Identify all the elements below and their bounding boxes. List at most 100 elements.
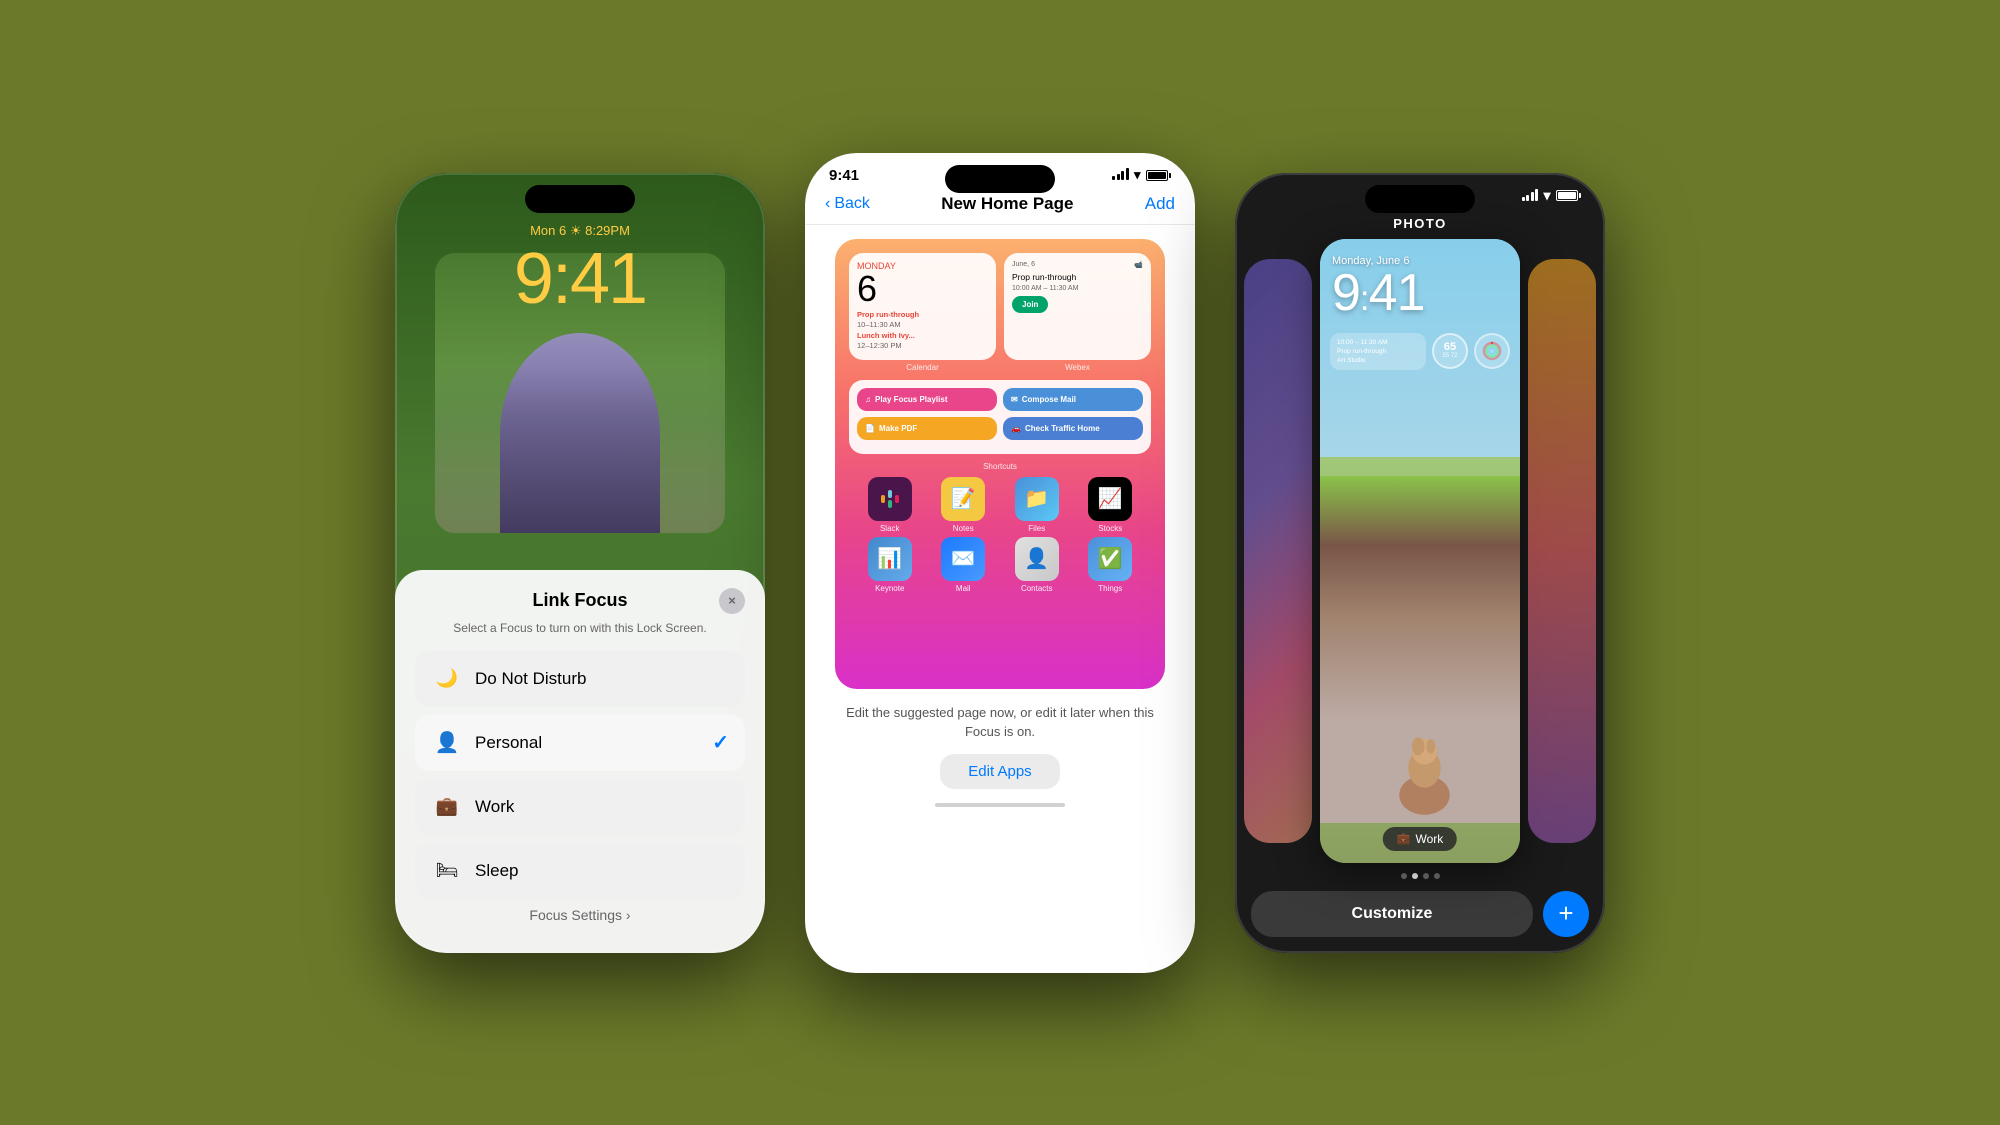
apps-row-1: Slack 📝 Notes 📁 Files 📈 [849, 477, 1151, 533]
focus-option-personal[interactable]: 👤 Personal ✓ [415, 715, 745, 771]
dot-4 [1434, 873, 1440, 879]
home-edit-text: Edit the suggested page now, or edit it … [835, 703, 1165, 742]
ls-left-background [1244, 259, 1312, 843]
app-notes[interactable]: 📝 Notes [938, 477, 988, 533]
personal-icon: 👤 [431, 727, 463, 759]
carousel-dots [1235, 867, 1605, 883]
app-files[interactable]: 📁 Files [1012, 477, 1062, 533]
apps-row-2: 📊 Keynote ✉️ Mail 👤 Contacts [849, 537, 1151, 593]
ls-card-left[interactable] [1244, 259, 1312, 843]
ls-card-center[interactable]: Monday, June 6 9:41 10:00 – 11:30 AM Pro… [1320, 239, 1520, 863]
app-things[interactable]: ✅ Things [1085, 537, 1135, 593]
link-focus-subtitle: Select a Focus to turn on with this Lock… [415, 621, 745, 635]
ls-temp-main: 65 [1444, 342, 1456, 353]
files-icon: 📁 [1015, 477, 1059, 521]
phone3-bottom-controls: Customize + [1235, 883, 1605, 953]
ls-temp-widget: 65 55 72 [1432, 333, 1468, 369]
link-focus-close-button[interactable]: × [719, 588, 745, 614]
dot-3 [1423, 873, 1429, 879]
things-icon: ✅ [1088, 537, 1132, 581]
work-icon: 💼 [431, 791, 463, 823]
app-stocks[interactable]: 📈 Stocks [1085, 477, 1135, 533]
link-focus-header: Link Focus × [415, 590, 745, 611]
statusbar-time: 9:41 [829, 167, 859, 184]
phone-2: 9:41 ▾ ‹ Back New H [805, 153, 1195, 973]
shortcut-pdf[interactable]: 📄 Make PDF [857, 417, 997, 440]
keynote-label: Keynote [875, 584, 904, 593]
webex-event-title: Prop run-through [1012, 272, 1143, 282]
app-mail[interactable]: ✉️ Mail [938, 537, 988, 593]
work-badge-icon: 💼 [1397, 832, 1411, 845]
add-button[interactable]: Add [1145, 194, 1175, 214]
contacts-label: Contacts [1021, 584, 1053, 593]
edit-apps-button[interactable]: Edit Apps [940, 754, 1059, 789]
focus-settings-arrow: › [626, 907, 631, 923]
keynote-icon: 📊 [868, 537, 912, 581]
shortcut-mail[interactable]: ✉ Compose Mail [1003, 388, 1143, 411]
photo-label: PHOTO [1235, 210, 1605, 235]
home-preview-card: MONDAY 6 Prop run-through 10–11:30 AM Lu… [835, 239, 1165, 689]
app-keynote[interactable]: 📊 Keynote [865, 537, 915, 593]
shortcut-music[interactable]: ♫ Play Focus Playlist [857, 388, 997, 411]
lockscreen-time: 9:41 [395, 243, 765, 315]
pdf-icon: 📄 [865, 424, 875, 433]
mail-icon: ✉ [1011, 395, 1018, 404]
lockscreen-time-area: Mon 6 ☀ 8:29PM 9:41 [395, 223, 765, 315]
link-focus-title: Link Focus [532, 590, 627, 610]
webex-widget-label: Webex [1004, 363, 1151, 372]
app-slack[interactable]: Slack [865, 477, 915, 533]
navbar-title: New Home Page [941, 194, 1073, 214]
widget-row-1: MONDAY 6 Prop run-through 10–11:30 AM Lu… [849, 253, 1151, 372]
traffic-icon: 🚗 [1011, 424, 1021, 433]
ls-widget-row: 10:00 – 11:30 AM Prop run-through Art St… [1320, 327, 1520, 376]
dynamic-island-3 [1365, 185, 1475, 213]
wallpaper-people [500, 333, 660, 533]
phone3-screen: 9:41 ▾ PHOTO [1235, 173, 1605, 953]
shortcuts-widget: ♫ Play Focus Playlist ✉ Compose Mail 📄 M… [849, 380, 1151, 471]
focus-option-work[interactable]: 💼 Work [415, 779, 745, 835]
customize-button[interactable]: Customize [1251, 891, 1533, 937]
webex-widget: June, 6 📹 Prop run-through 10:00 AM – 11… [1004, 253, 1151, 360]
webex-event-time: 10:00 AM – 11:30 AM [1012, 285, 1143, 292]
ls-event-widget: 10:00 – 11:30 AM Prop run-through Art St… [1330, 333, 1426, 370]
shortcuts-widget-inner: ♫ Play Focus Playlist ✉ Compose Mail 📄 M… [849, 380, 1151, 454]
statusbar-icons: ▾ [1112, 167, 1171, 183]
calendar-events: Prop run-through 10–11:30 AM Lunch with … [857, 310, 988, 352]
add-lockscreen-button[interactable]: + [1543, 891, 1589, 937]
files-label: Files [1028, 524, 1045, 533]
notes-icon: 📝 [941, 477, 985, 521]
phone-3: 9:41 ▾ PHOTO [1235, 173, 1605, 953]
webex-join-button[interactable]: Join [1012, 296, 1048, 313]
personal-label: Personal [475, 733, 712, 753]
stocks-icon: 📈 [1088, 477, 1132, 521]
link-focus-sheet: Link Focus × Select a Focus to turn on w… [395, 570, 765, 953]
ls-event-location: Art Studio [1337, 356, 1419, 365]
ls-activity-widget [1474, 333, 1510, 369]
lockscreen-date: Mon 6 ☀ 8:29PM [395, 223, 765, 239]
shortcut-traffic[interactable]: 🚗 Check Traffic Home [1003, 417, 1143, 440]
work-focus-badge: 💼 Work [1383, 827, 1457, 851]
slack-label: Slack [880, 524, 900, 533]
ls-card-right[interactable] [1528, 259, 1596, 843]
stocks-label: Stocks [1098, 524, 1122, 533]
webex-date: June, 6 [1012, 261, 1035, 268]
back-button[interactable]: ‹ Back [825, 195, 870, 213]
focus-settings-link[interactable]: Focus Settings › [415, 907, 745, 923]
app-contacts[interactable]: 👤 Contacts [1012, 537, 1062, 593]
calendar-widget-label: Calendar [849, 363, 996, 372]
dynamic-island-2 [945, 165, 1055, 193]
mail-app-icon: ✉️ [941, 537, 985, 581]
phone-1: Mon 6 ☀ 8:29PM 9:41 Link Focus × Select … [395, 173, 765, 953]
focus-option-dnd[interactable]: 🌙 Do Not Disturb [415, 651, 745, 707]
ls-event-name: Prop run-through [1337, 347, 1419, 356]
dot-1 [1401, 873, 1407, 879]
focus-option-sleep[interactable]: 🛏 Sleep [415, 843, 745, 899]
home-indicator [935, 803, 1065, 807]
work-badge-text: Work [1415, 832, 1443, 846]
shortcuts-row-1: ♫ Play Focus Playlist ✉ Compose Mail [857, 388, 1143, 411]
dnd-label: Do Not Disturb [475, 669, 729, 689]
wifi-icon: ▾ [1134, 167, 1141, 183]
ls-center-time: 9:41 [1332, 267, 1508, 319]
ls-temp-range: 55 72 [1442, 353, 1457, 359]
personal-checkmark: ✓ [712, 730, 729, 755]
